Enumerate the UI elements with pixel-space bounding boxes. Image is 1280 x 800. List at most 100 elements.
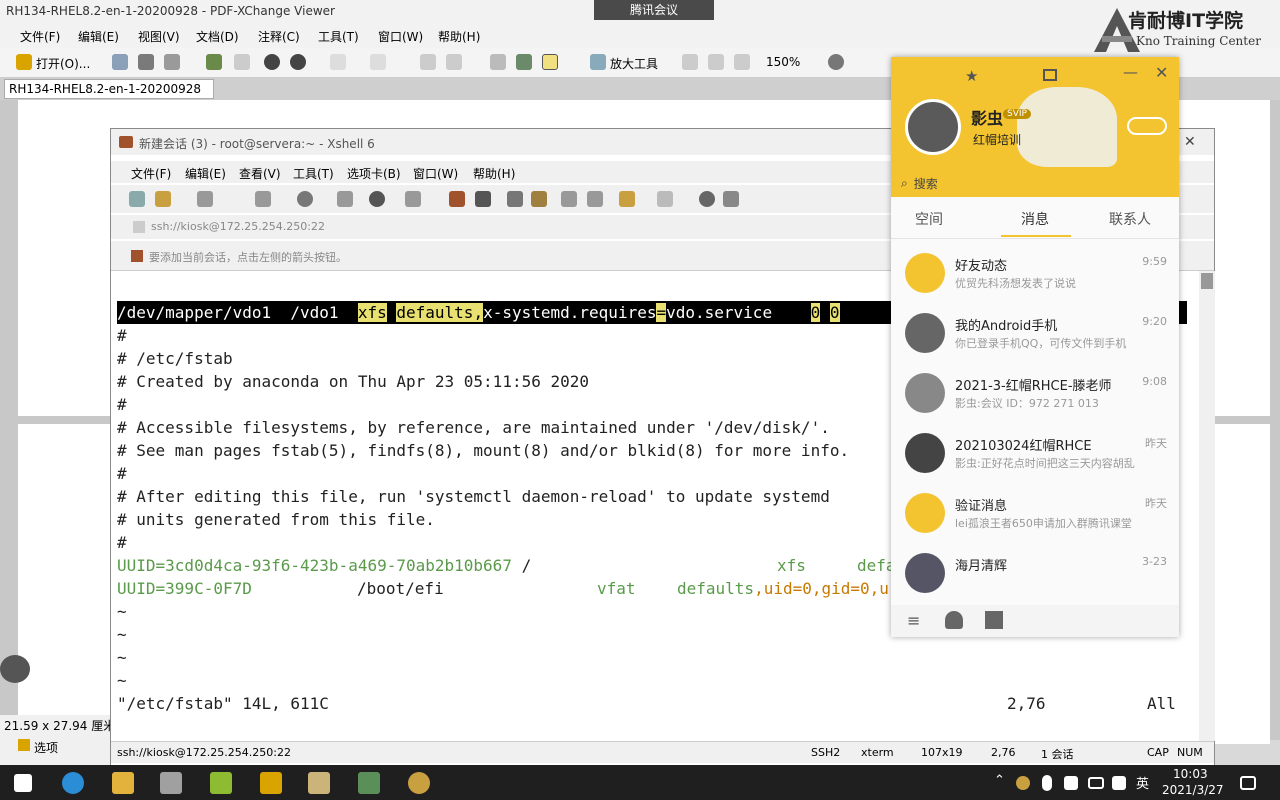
photo-taskbar-icon[interactable]: [308, 772, 330, 794]
export-icon[interactable]: [446, 54, 462, 70]
layout-icon[interactable]: [657, 191, 673, 207]
scrollbar-thumb[interactable]: [1201, 273, 1213, 289]
add-session-icon[interactable]: [131, 250, 143, 262]
qq-star-icon[interactable]: ★: [965, 67, 978, 85]
find-icon[interactable]: [297, 191, 313, 207]
qq-mail-icon[interactable]: [1043, 69, 1057, 81]
pdf-menu-comment[interactable]: 注释(C): [258, 28, 300, 45]
qq-signature[interactable]: 红帽培训: [973, 131, 1021, 148]
script-icon[interactable]: [475, 191, 491, 207]
font-icon[interactable]: [337, 191, 353, 207]
text-select-icon[interactable]: [330, 54, 346, 70]
tray-app-icon[interactable]: [1016, 776, 1030, 790]
xshell-menu-tools[interactable]: 工具(T): [293, 165, 334, 182]
pdf-menu-tools[interactable]: 工具(T): [318, 28, 359, 45]
minimize-icon[interactable]: —: [1123, 63, 1138, 81]
encoding-icon[interactable]: [405, 191, 421, 207]
close-icon[interactable]: ✕: [1184, 134, 1196, 150]
volume-icon[interactable]: [1112, 776, 1126, 790]
reconnect-icon[interactable]: [197, 191, 213, 207]
main-menu-icon[interactable]: ≡: [907, 611, 920, 630]
file-assistant-icon[interactable]: [985, 611, 1003, 629]
qq-search-input[interactable]: ⌕ 搜索: [901, 173, 1101, 193]
xshell-menu-help[interactable]: 帮助(H): [473, 165, 515, 182]
pdf-document-tab[interactable]: RH134-RHEL8.2-en-1-20200928: [4, 79, 214, 99]
xshell-menu-window[interactable]: 窗口(W): [413, 165, 458, 182]
address-input[interactable]: ssh://kiosk@172.25.254.250:22: [151, 220, 325, 233]
actual-size-icon[interactable]: [708, 54, 724, 70]
list-item[interactable]: 我的Android手机 你已登录手机QQ，可传文件到手机 9:20: [891, 303, 1179, 363]
capture-taskbar-icon[interactable]: [408, 772, 430, 794]
fit-page-icon[interactable]: [682, 54, 698, 70]
select-tool-icon[interactable]: [542, 54, 558, 70]
settings-icon[interactable]: [619, 191, 635, 207]
terminal-scrollbar[interactable]: [1199, 271, 1215, 741]
close-icon[interactable]: ✕: [1155, 63, 1168, 82]
xshell-menu-edit[interactable]: 编辑(E): [185, 165, 226, 182]
windows-start-icon[interactable]: [14, 774, 32, 792]
fit-width-icon[interactable]: [734, 54, 750, 70]
pdf-viewer-taskbar-icon[interactable]: [160, 772, 182, 794]
properties-icon[interactable]: [255, 191, 271, 207]
snapshot-icon[interactable]: [516, 54, 532, 70]
xshell-menu-tabs[interactable]: 选项卡(B): [347, 165, 401, 182]
rotate-icon[interactable]: [420, 54, 436, 70]
ocr-icon[interactable]: [234, 54, 250, 70]
pdf-menu-file[interactable]: 文件(F): [20, 28, 60, 45]
zoom-tool-button[interactable]: 放大工具: [610, 55, 658, 72]
list-item[interactable]: 2021-3-红帽RHCE-滕老师 影虫:会议 ID：972 271 013 9…: [891, 363, 1179, 423]
xshell-menu-file[interactable]: 文件(F): [131, 165, 171, 182]
chat-icon[interactable]: [723, 191, 739, 207]
tray-expand-icon[interactable]: ⌃: [994, 773, 1005, 788]
xshell-menu-view[interactable]: 查看(V): [239, 165, 281, 182]
color-scheme-icon[interactable]: [369, 191, 385, 207]
back-icon[interactable]: [264, 54, 280, 70]
options-button[interactable]: 选项: [34, 739, 58, 756]
tab-contacts[interactable]: 联系人: [1109, 209, 1151, 229]
zoom-out-icon[interactable]: [828, 54, 844, 70]
input-method-indicator[interactable]: 英: [1136, 773, 1149, 792]
list-item[interactable]: 验证消息 lei孤浪王者650申请加入群腾讯课堂 昨天: [891, 483, 1179, 543]
pdf-menu-edit[interactable]: 编辑(E): [78, 28, 119, 45]
pdf-menu-view[interactable]: 视图(V): [138, 28, 180, 45]
open-button[interactable]: 打开(O)...: [36, 55, 90, 72]
keyboard-icon[interactable]: [561, 191, 577, 207]
zoom-level[interactable]: 150%: [766, 55, 800, 69]
fullscreen-icon[interactable]: [507, 191, 523, 207]
save-icon[interactable]: [112, 54, 128, 70]
tray-app-icon[interactable]: [1064, 776, 1078, 790]
tab-messages[interactable]: 消息: [1021, 209, 1049, 229]
clock-date[interactable]: 2021/3/27: [1162, 783, 1224, 797]
scan-icon[interactable]: [164, 54, 180, 70]
pdf-menu-help[interactable]: 帮助(H): [438, 28, 480, 45]
print-icon[interactable]: [138, 54, 154, 70]
list-item[interactable]: 好友动态 优贸先科汤想发表了说说 9:59: [891, 243, 1179, 303]
pdf-menu-document[interactable]: 文档(D): [196, 28, 239, 45]
pdf-menu-window[interactable]: 窗口(W): [378, 28, 423, 45]
avatar[interactable]: [905, 99, 961, 155]
tab-space[interactable]: 空间: [915, 209, 943, 229]
vip-badge[interactable]: SVIP: [1003, 109, 1031, 119]
notification-icon[interactable]: [1240, 776, 1256, 790]
forward-icon[interactable]: [290, 54, 306, 70]
app-taskbar-icon[interactable]: [210, 772, 232, 794]
zoom-tool-icon[interactable]: [590, 54, 606, 70]
xshell-taskbar-icon[interactable]: [260, 772, 282, 794]
weather-cloud-icon[interactable]: [1127, 117, 1167, 135]
list-item[interactable]: 202103024红帽RHCE 影虫:正好花点时间把这三天内容胡乱 昨天: [891, 423, 1179, 483]
file-explorer-icon[interactable]: [112, 772, 134, 794]
compose-icon[interactable]: [587, 191, 603, 207]
open-session-icon[interactable]: [155, 191, 171, 207]
network-icon[interactable]: [1088, 777, 1104, 789]
meeting-tab[interactable]: 腾讯会议: [594, 0, 714, 20]
page-view-icon[interactable]: [370, 54, 386, 70]
list-item[interactable]: 海月清辉 3-23: [891, 543, 1179, 603]
pdf-side-menu-icon[interactable]: [0, 655, 30, 683]
xftp-icon[interactable]: [449, 191, 465, 207]
clock-time[interactable]: 10:03: [1173, 767, 1208, 781]
screenshot-taskbar-icon[interactable]: [358, 772, 380, 794]
new-session-icon[interactable]: [129, 191, 145, 207]
hand-tool-icon[interactable]: [490, 54, 506, 70]
lock-icon[interactable]: [531, 191, 547, 207]
edge-icon[interactable]: [62, 772, 84, 794]
